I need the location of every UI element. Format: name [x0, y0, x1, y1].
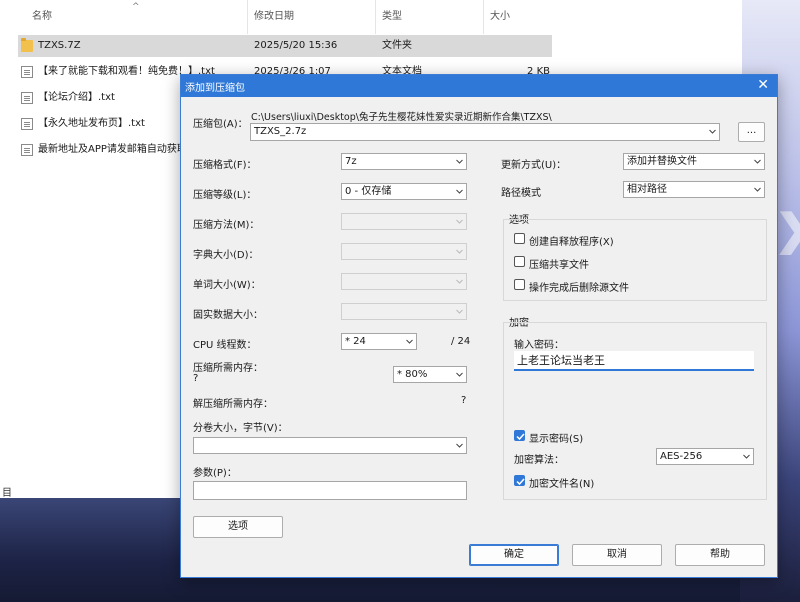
- txt-file-icon: [21, 118, 33, 130]
- chevron-down-icon: [456, 442, 463, 449]
- params-input[interactable]: [193, 481, 467, 500]
- level-select[interactable]: 0 - 仅存储: [341, 183, 467, 200]
- column-type[interactable]: 类型: [376, 0, 484, 34]
- column-header: 名称 ^ 修改日期 类型 大小: [0, 0, 742, 34]
- password-label: 输入密码：: [514, 340, 564, 351]
- archive-label: 压缩包(A)：: [193, 119, 248, 130]
- chevron-down-icon: [754, 158, 761, 165]
- dialog-titlebar[interactable]: 添加到压缩包 ✕: [181, 75, 777, 97]
- browse-button[interactable]: ...: [738, 122, 765, 142]
- column-date[interactable]: 修改日期: [248, 0, 376, 34]
- level-label: 压缩等级(L)：: [193, 190, 257, 201]
- cpu-threads-total: / 24: [451, 336, 471, 347]
- chevron-down-icon: [456, 158, 463, 165]
- update-mode-label: 更新方式(U)：: [501, 160, 567, 171]
- chevron-down-icon: [406, 338, 413, 345]
- format-select[interactable]: 7z: [341, 153, 467, 170]
- truncated-label: 目: [2, 488, 12, 499]
- chevron-down-icon: [456, 308, 463, 315]
- path-mode-select[interactable]: 相对路径: [623, 181, 765, 198]
- show-password-label: 显示密码(S): [529, 434, 584, 445]
- decompress-memory-unknown: ?: [461, 395, 467, 406]
- shared-files-label: 压缩共享文件: [529, 260, 589, 271]
- cancel-button[interactable]: 取消: [572, 544, 662, 566]
- file-type: 文件夹: [382, 40, 412, 51]
- delete-after-label: 操作完成后删除源文件: [529, 283, 629, 294]
- archive-name-combo[interactable]: TZXS_2.7z: [250, 123, 720, 141]
- dialog-title: 添加到压缩包: [185, 83, 245, 94]
- archive-path: C:\Users\liuxi\Desktop\兔子先生樱花妹性爱实录近期新作合集…: [251, 112, 552, 123]
- chevron-down-icon: [456, 278, 463, 285]
- encrypt-names-checkbox[interactable]: [514, 475, 525, 486]
- show-password-checkbox[interactable]: [514, 430, 525, 441]
- format-label: 压缩格式(F)：: [193, 160, 257, 171]
- update-mode-select[interactable]: 添加并替换文件: [623, 153, 765, 170]
- help-button[interactable]: 帮助: [675, 544, 765, 566]
- wallpaper-x-graphic: X: [778, 200, 800, 270]
- cpu-threads-label: CPU 线程数：: [193, 340, 257, 351]
- delete-after-checkbox[interactable]: [514, 279, 525, 290]
- chevron-down-icon: [456, 188, 463, 195]
- update-mode-value: 添加并替换文件: [627, 156, 697, 167]
- dict-size-select: [341, 243, 467, 260]
- solid-size-label: 固实数据大小：: [193, 310, 263, 321]
- chevron-down-icon: [456, 371, 463, 378]
- memory-unknown: ?: [193, 373, 199, 384]
- path-mode-value: 相对路径: [627, 184, 667, 195]
- close-icon[interactable]: ✕: [757, 77, 769, 93]
- split-size-label: 分卷大小，字节(V)：: [193, 423, 288, 434]
- dict-size-label: 字典大小(D)：: [193, 250, 259, 261]
- shared-files-checkbox[interactable]: [514, 256, 525, 267]
- txt-file-icon: [21, 92, 33, 104]
- file-row[interactable]: TZXS.7Z 2025/5/20 15:36 文件夹: [18, 35, 552, 57]
- ok-button[interactable]: 确定: [469, 544, 559, 566]
- encryption-method-select[interactable]: AES-256: [656, 448, 754, 465]
- txt-file-icon: [21, 66, 33, 78]
- sfx-label: 创建自释放程序(X): [529, 237, 614, 248]
- cpu-threads-select[interactable]: * 24: [341, 333, 417, 350]
- file-name: TZXS.7Z: [38, 40, 81, 51]
- folder-icon: [21, 38, 33, 52]
- path-mode-label: 路径模式: [501, 188, 541, 199]
- encrypt-names-label: 加密文件名(N): [529, 479, 595, 490]
- password-input[interactable]: 上老王论坛当老王: [514, 351, 754, 371]
- memory-value: * 80%: [397, 369, 428, 380]
- cpu-threads-value: * 24: [345, 336, 366, 347]
- chevron-down-icon: [709, 128, 716, 135]
- file-date: 2025/5/20 15:36: [254, 40, 338, 51]
- word-size-select: [341, 273, 467, 290]
- chevron-down-icon: [456, 248, 463, 255]
- level-value: 0 - 仅存储: [345, 186, 392, 197]
- chevron-down-icon: [456, 218, 463, 225]
- solid-size-select: [341, 303, 467, 320]
- file-name: 最新地址及APP请发邮箱自动获取: [38, 144, 187, 155]
- format-value: 7z: [345, 156, 357, 167]
- add-to-archive-dialog: 添加到压缩包 ✕ 压缩包(A)： C:\Users\liuxi\Desktop\…: [180, 74, 778, 578]
- memory-select[interactable]: * 80%: [393, 366, 467, 383]
- memory-label: 压缩所需内存：: [193, 363, 263, 374]
- split-size-combo[interactable]: [193, 437, 467, 454]
- column-size[interactable]: 大小: [484, 0, 554, 34]
- chevron-down-icon: [743, 453, 750, 460]
- archive-name-value: TZXS_2.7z: [254, 126, 307, 137]
- options-button[interactable]: 选项: [193, 516, 283, 538]
- encryption-method-label: 加密算法：: [514, 455, 564, 466]
- chevron-down-icon: [754, 186, 761, 193]
- decompress-memory-label: 解压缩所需内存：: [193, 399, 273, 410]
- txt-file-icon: [21, 144, 33, 156]
- method-select: [341, 213, 467, 230]
- method-label: 压缩方法(M)：: [193, 220, 260, 231]
- params-label: 参数(P)：: [193, 468, 237, 479]
- word-size-label: 单词大小(W)：: [193, 280, 261, 291]
- sort-up-icon: ^: [132, 2, 140, 12]
- sfx-checkbox[interactable]: [514, 233, 525, 244]
- encryption-method-value: AES-256: [660, 451, 703, 462]
